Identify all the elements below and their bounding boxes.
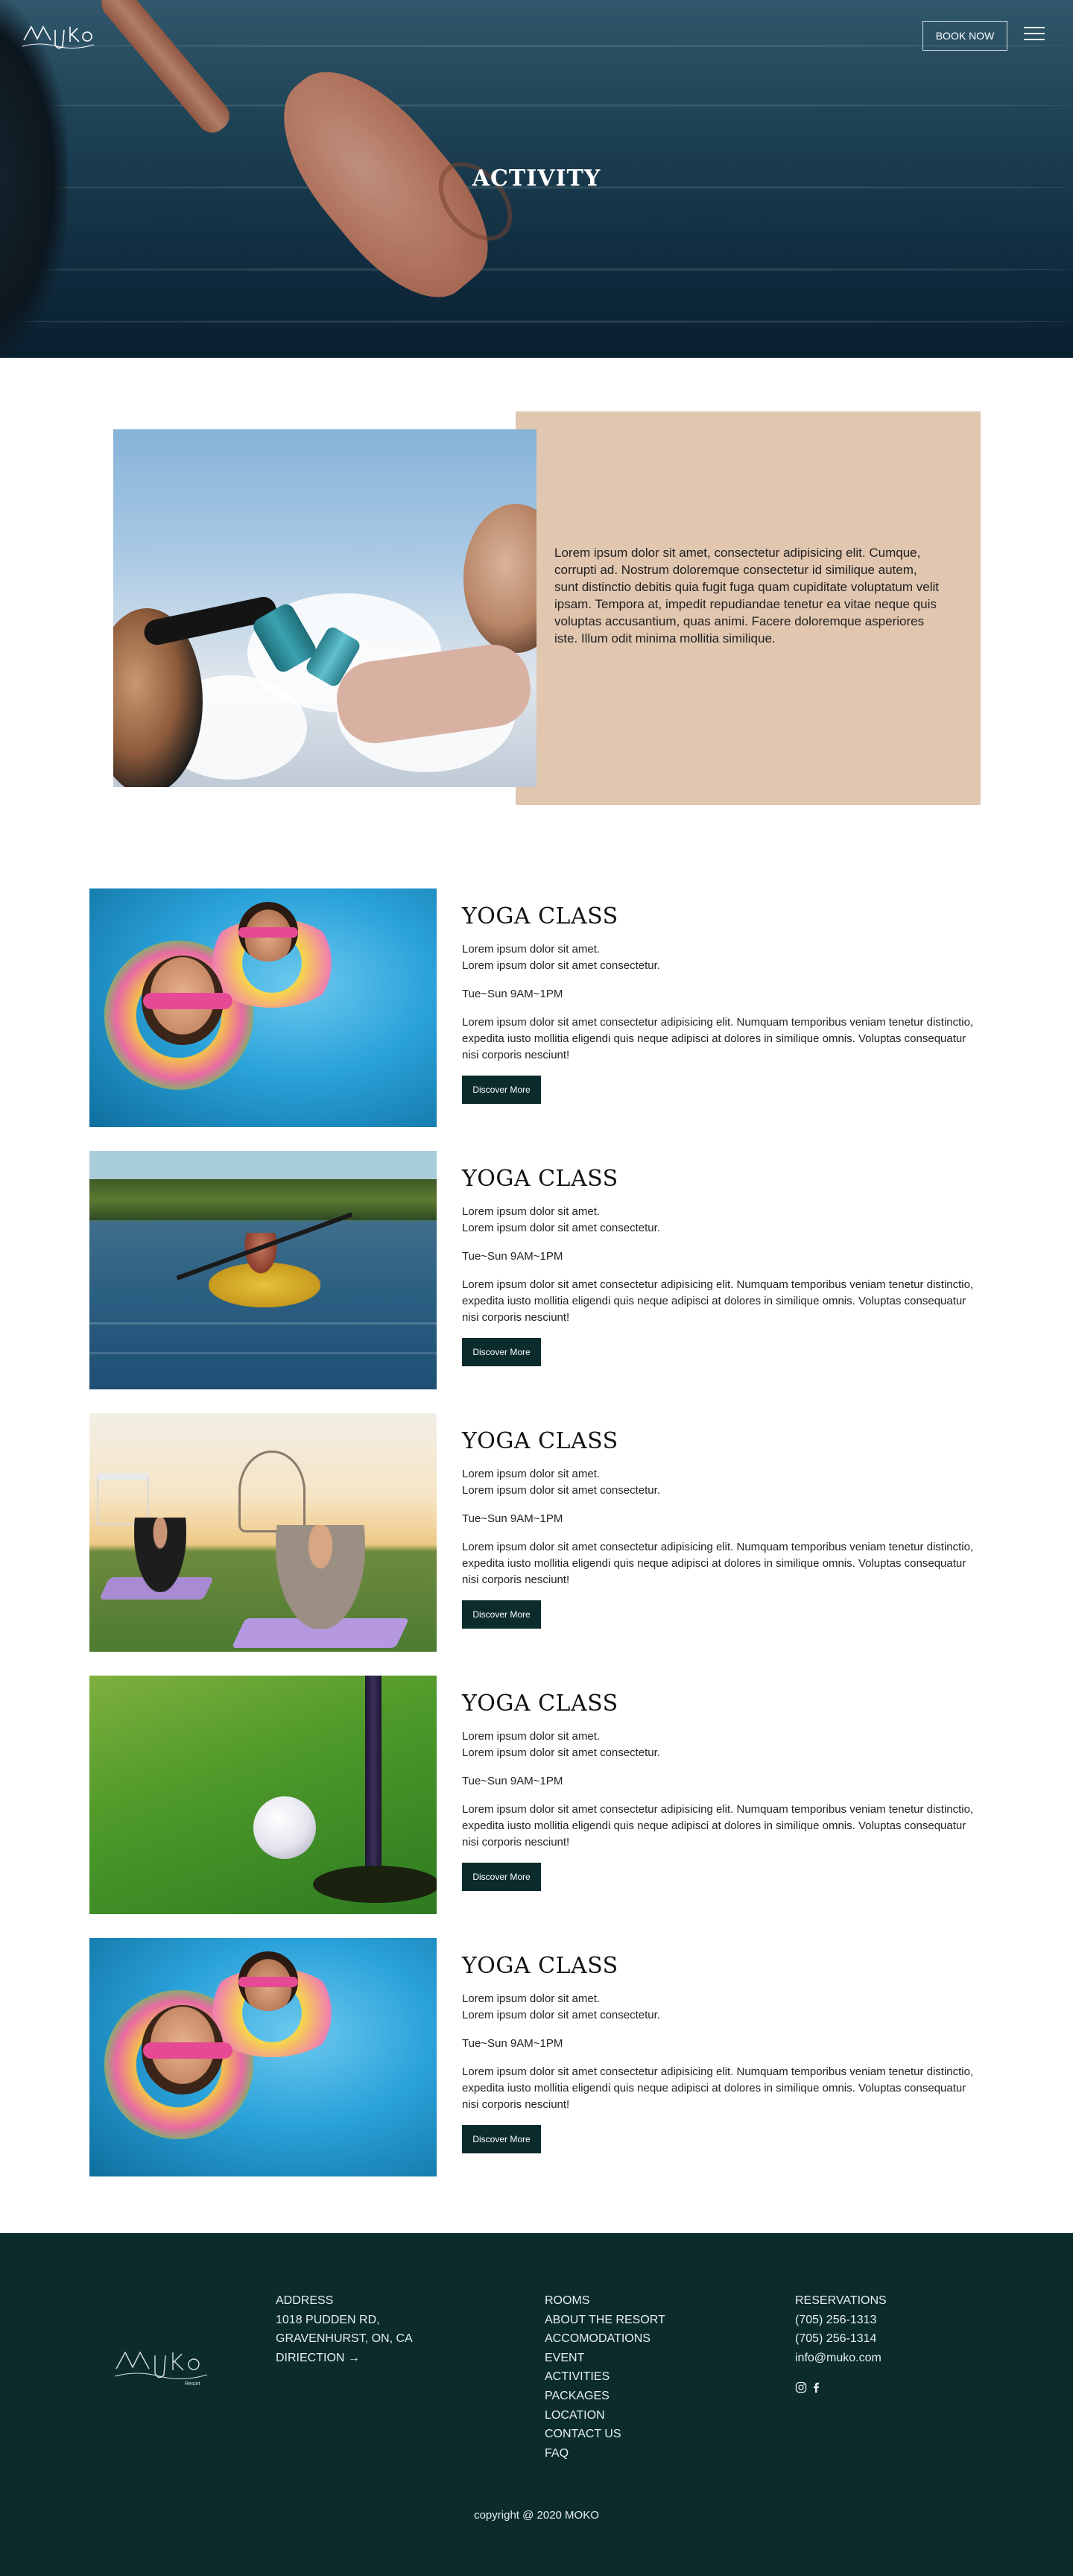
activity-description: Lorem ipsum dolor sit amet consectetur a… xyxy=(462,1803,974,1849)
activity-text: YOGA CLASS Lorem ipsum dolor sit amet. L… xyxy=(462,903,984,1104)
activity-summary: Lorem ipsum dolor sit amet. Lorem ipsum … xyxy=(462,1991,984,2024)
activity-title: YOGA CLASS xyxy=(462,1690,618,1717)
phone-link[interactable]: (705) 256-1313 xyxy=(795,2311,887,2330)
activity-image-yoga xyxy=(89,1413,437,1652)
activity-title: YOGA CLASS xyxy=(462,903,618,929)
reservations-heading: RESERVATIONS xyxy=(795,2294,887,2307)
discover-more-button[interactable]: Discover More xyxy=(462,1076,541,1104)
hero-banner: BOOK NOW ACTIVITY xyxy=(0,0,1073,358)
footer-link-faq[interactable]: FAQ xyxy=(545,2444,665,2463)
site-footer: Resort ADDRESS 1018 PUDDEN RD, GRAVENHUR… xyxy=(0,2233,1073,2576)
footer-link-packages[interactable]: PACKAGES xyxy=(545,2387,665,2406)
discover-more-button[interactable]: Discover More xyxy=(462,1338,541,1366)
activity-title: YOGA CLASS xyxy=(462,1953,618,1979)
book-now-button[interactable]: BOOK NOW xyxy=(922,21,1007,51)
email-link[interactable]: info@muko.com xyxy=(795,2349,887,2368)
activity-card: YOGA CLASS Lorem ipsum dolor sit amet. L… xyxy=(89,888,984,1127)
activity-image-kayak xyxy=(89,1151,437,1389)
hamburger-menu-icon[interactable] xyxy=(1024,27,1045,43)
discover-more-button[interactable]: Discover More xyxy=(462,2125,541,2153)
activity-summary-line: Lorem ipsum dolor sit amet. xyxy=(462,1205,601,1218)
activity-card: YOGA CLASS Lorem ipsum dolor sit amet. L… xyxy=(89,1938,984,2176)
discover-more-button[interactable]: Discover More xyxy=(462,1863,541,1891)
activity-text: YOGA CLASS Lorem ipsum dolor sit amet. L… xyxy=(462,1953,984,2153)
activity-image-golf xyxy=(89,1676,437,1914)
phone-link[interactable]: (705) 256-1314 xyxy=(795,2329,887,2349)
intro-photo-toast xyxy=(113,429,536,787)
activity-hours: Tue~Sun 9AM~1PM xyxy=(462,988,563,1000)
activity-description: Lorem ipsum dolor sit amet consectetur a… xyxy=(462,1016,974,1061)
footer-link-accomodations[interactable]: ACCOMODATIONS xyxy=(545,2329,665,2349)
activity-summary-line: Lorem ipsum dolor sit amet. xyxy=(462,943,601,956)
activity-description: Lorem ipsum dolor sit amet consectetur a… xyxy=(462,1541,974,1586)
instagram-icon[interactable] xyxy=(795,2381,807,2393)
activity-summary-line: Lorem ipsum dolor sit amet consectetur. xyxy=(462,1484,660,1497)
footer-link-location[interactable]: LOCATION xyxy=(545,2406,665,2425)
activity-summary-line: Lorem ipsum dolor sit amet. xyxy=(462,1730,601,1743)
footer-link-contact[interactable]: CONTACT US xyxy=(545,2425,665,2444)
address-line: 1018 PUDDEN RD, xyxy=(276,2313,380,2326)
activity-summary: Lorem ipsum dolor sit amet. Lorem ipsum … xyxy=(462,1204,984,1237)
activity-summary-line: Lorem ipsum dolor sit amet consectetur. xyxy=(462,959,660,972)
activity-card: YOGA CLASS Lorem ipsum dolor sit amet. L… xyxy=(89,1413,984,1652)
address-heading: ADDRESS xyxy=(276,2294,334,2307)
copyright: copyright @ 2020 MOKO xyxy=(474,2509,599,2522)
direction-link[interactable]: DIRIECTION → xyxy=(276,2349,413,2368)
activity-text: YOGA CLASS Lorem ipsum dolor sit amet. L… xyxy=(462,1428,984,1629)
activity-summary-line: Lorem ipsum dolor sit amet. xyxy=(462,1468,601,1480)
footer-logo[interactable]: Resort xyxy=(113,2337,210,2390)
activity-summary-line: Lorem ipsum dolor sit amet consectetur. xyxy=(462,2009,660,2021)
activity-description: Lorem ipsum dolor sit amet consectetur a… xyxy=(462,1278,974,1324)
muko-logo[interactable] xyxy=(21,16,95,54)
activity-image-pool xyxy=(89,888,437,1127)
footer-nav: ROOMS ABOUT THE RESORT ACCOMODATIONS EVE… xyxy=(545,2291,665,2463)
discover-more-button[interactable]: Discover More xyxy=(462,1600,541,1629)
activity-hours: Tue~Sun 9AM~1PM xyxy=(462,1512,563,1525)
activity-summary-line: Lorem ipsum dolor sit amet. xyxy=(462,1992,601,2005)
activity-hours: Tue~Sun 9AM~1PM xyxy=(462,1250,563,1263)
footer-link-rooms[interactable]: ROOMS xyxy=(545,2291,665,2311)
activity-card: YOGA CLASS Lorem ipsum dolor sit amet. L… xyxy=(89,1151,984,1389)
facebook-icon[interactable] xyxy=(810,2381,822,2393)
footer-contact: RESERVATIONS (705) 256-1313 (705) 256-13… xyxy=(795,2291,887,2400)
intro-text-panel: Lorem ipsum dolor sit amet, consectetur … xyxy=(516,411,981,805)
activity-text: YOGA CLASS Lorem ipsum dolor sit amet. L… xyxy=(462,1690,984,1891)
intro-text: Lorem ipsum dolor sit amet, consectetur … xyxy=(554,546,939,645)
activity-hours: Tue~Sun 9AM~1PM xyxy=(462,1775,563,1787)
activity-card: YOGA CLASS Lorem ipsum dolor sit amet. L… xyxy=(89,1676,984,1914)
activity-hours: Tue~Sun 9AM~1PM xyxy=(462,2037,563,2050)
activity-image-pool xyxy=(89,1938,437,2176)
activities-list: YOGA CLASS Lorem ipsum dolor sit amet. L… xyxy=(0,888,1073,2233)
footer-link-event[interactable]: EVENT xyxy=(545,2349,665,2368)
address-line: GRAVENHURST, ON, CA xyxy=(276,2332,413,2346)
activity-summary: Lorem ipsum dolor sit amet. Lorem ipsum … xyxy=(462,1729,984,1761)
activity-summary: Lorem ipsum dolor sit amet. Lorem ipsum … xyxy=(462,1466,984,1499)
activity-text: YOGA CLASS Lorem ipsum dolor sit amet. L… xyxy=(462,1166,984,1366)
footer-link-activities[interactable]: ACTIVITIES xyxy=(545,2367,665,2387)
page-title: ACTIVITY xyxy=(472,165,601,192)
activity-summary: Lorem ipsum dolor sit amet. Lorem ipsum … xyxy=(462,941,984,974)
activity-summary-line: Lorem ipsum dolor sit amet consectetur. xyxy=(462,1746,660,1759)
activity-description: Lorem ipsum dolor sit amet consectetur a… xyxy=(462,2065,974,2111)
intro-section: Lorem ipsum dolor sit amet, consectetur … xyxy=(0,358,1073,888)
activity-title: YOGA CLASS xyxy=(462,1166,618,1192)
social-links xyxy=(795,2381,887,2400)
activity-summary-line: Lorem ipsum dolor sit amet consectetur. xyxy=(462,1222,660,1234)
footer-address: ADDRESS 1018 PUDDEN RD, GRAVENHURST, ON,… xyxy=(276,2291,413,2367)
footer-logo-sub: Resort xyxy=(185,2381,200,2387)
footer-link-about[interactable]: ABOUT THE RESORT xyxy=(545,2311,665,2330)
activity-title: YOGA CLASS xyxy=(462,1428,618,1454)
